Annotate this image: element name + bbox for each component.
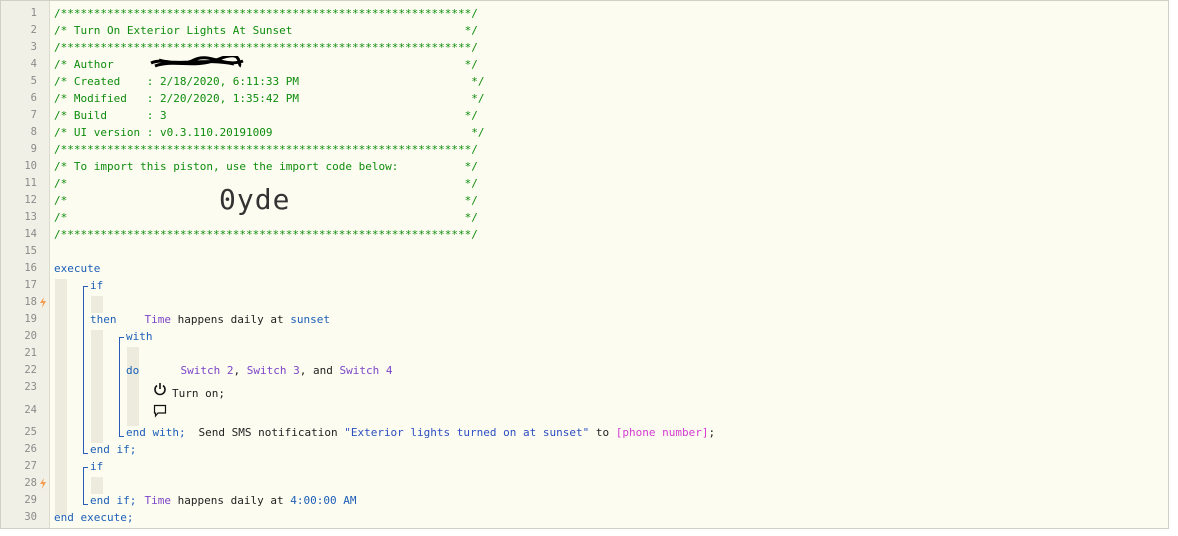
header-border: /***************************************… — [54, 228, 478, 241]
end-with-keyword[interactable]: end with; — [126, 424, 186, 441]
if-block-bracket — [83, 286, 88, 454]
import-instructions: /* To import this piston, use the import… — [54, 160, 478, 173]
import-code[interactable]: 0yde — [219, 183, 290, 217]
line-number: 7 — [30, 109, 37, 121]
end-if-keyword[interactable]: end if; — [90, 441, 136, 458]
device-switch-3: Switch 3 — [246, 364, 300, 377]
line-number: 17 — [24, 279, 37, 291]
command-text: ; — [708, 426, 716, 439]
line-number: 29 — [24, 494, 37, 506]
command-text: to — [589, 426, 616, 439]
line-number: 2 — [30, 24, 37, 36]
line-number: 21 — [24, 347, 37, 359]
line-number: 8 — [30, 126, 37, 138]
line-number: 3 — [30, 41, 37, 53]
indent-guide — [91, 330, 103, 443]
header-border: /***************************************… — [54, 143, 478, 156]
line-number: 16 — [24, 262, 37, 274]
line-number: 9 — [30, 143, 37, 155]
speech-bubble-icon — [153, 404, 167, 418]
condition-sunset[interactable]: Time happens daily at sunset — [118, 294, 330, 326]
lightning-bolt-icon — [40, 297, 46, 308]
line-number: 22 — [24, 364, 37, 376]
device-switch-2: Switch 2 — [180, 364, 234, 377]
piston-title: /* Turn On Exterior Lights At Sunset */ — [54, 24, 478, 37]
device-list[interactable]: Switch 2, Switch 3, and Switch 4 — [154, 345, 393, 377]
end-if-keyword[interactable]: end if; — [90, 492, 136, 509]
piston-code-editor: 1 2 3 4 5 6 7 8 9 10 11 12 13 14 15 16 1… — [0, 0, 1169, 529]
line-number: 12 — [24, 194, 37, 206]
indent-guide — [55, 279, 67, 515]
line-number: 18 — [24, 296, 37, 308]
header-border: /***************************************… — [54, 7, 478, 20]
created-line: /* Created : 2/18/2020, 6:11:33 PM */ — [54, 75, 485, 88]
line-number: 10 — [24, 160, 37, 172]
sms-message: "Exterior lights turned on at sunset" — [344, 426, 590, 439]
line-number: 4 — [30, 58, 37, 70]
line-number: 28 — [24, 477, 37, 489]
condition-text: happens daily at — [171, 494, 291, 507]
ui-version-line: /* UI version : v0.3.110.20191009 */ — [54, 126, 485, 139]
condition-value: 4:00:00 AM — [290, 494, 357, 507]
modified-line: /* Modified : 2/20/2020, 1:35:42 PM */ — [54, 92, 485, 105]
power-icon — [154, 383, 166, 396]
line-number: 15 — [24, 245, 37, 257]
turn-on-command[interactable]: Turn on; — [172, 385, 225, 402]
line-number: 25 — [24, 426, 37, 438]
if-keyword[interactable]: if — [90, 458, 103, 475]
lightning-bolt-icon — [40, 478, 46, 489]
condition-4am[interactable]: Time happens daily at 4:00:00 AM — [118, 475, 357, 507]
with-block-bracket — [119, 337, 124, 437]
indent-guide — [127, 347, 139, 426]
line-number: 19 — [24, 313, 37, 325]
end-execute-keyword[interactable]: end execute; — [54, 509, 133, 526]
separator-text: , and — [299, 364, 340, 377]
send-sms-command[interactable]: Send SMS notification "Exterior lights t… — [172, 407, 716, 439]
line-number: 30 — [24, 511, 37, 523]
execute-keyword[interactable]: execute — [54, 260, 100, 277]
device-switch-4: Switch 4 — [339, 364, 393, 377]
line-number: 23 — [24, 381, 37, 393]
condition-device: Time — [144, 313, 172, 326]
separator-text: , — [233, 364, 247, 377]
line-number: 24 — [24, 404, 37, 416]
with-keyword[interactable]: with — [126, 328, 153, 345]
line-number: 26 — [24, 443, 37, 455]
header-border: /***************************************… — [54, 41, 478, 54]
do-keyword[interactable]: do — [126, 362, 139, 379]
command-text: Send SMS notification — [198, 426, 345, 439]
condition-text: happens daily at — [171, 313, 291, 326]
build-line: /* Build : 3 */ — [54, 109, 478, 122]
line-number: 14 — [24, 228, 37, 240]
then-keyword[interactable]: then — [90, 311, 117, 328]
line-number: 27 — [24, 460, 37, 472]
author-line: /* Author */ — [54, 58, 478, 71]
redacted-author-scribble — [150, 56, 244, 68]
condition-value: sunset — [290, 313, 330, 326]
line-number: 20 — [24, 330, 37, 342]
phone-variable: [phone number] — [615, 426, 709, 439]
if-block-bracket — [83, 467, 88, 505]
line-number: 13 — [24, 211, 37, 223]
line-number: 6 — [30, 92, 37, 104]
line-number: 11 — [24, 177, 37, 189]
line-number: 5 — [30, 75, 37, 87]
line-number: 1 — [30, 7, 37, 19]
if-keyword[interactable]: if — [90, 277, 103, 294]
condition-device: Time — [144, 494, 172, 507]
